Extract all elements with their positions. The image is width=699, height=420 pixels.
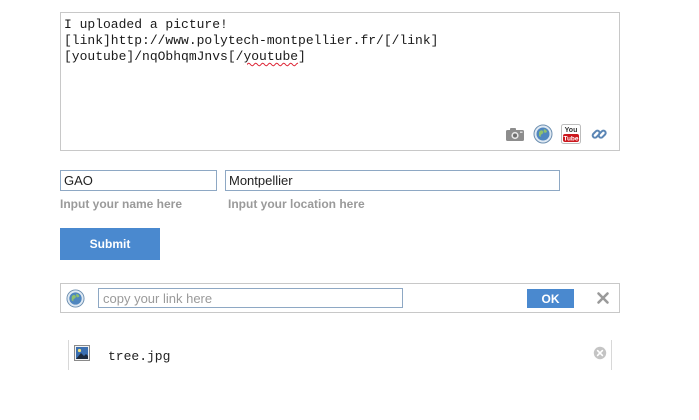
attachment-left-border bbox=[68, 340, 69, 370]
attachment-right-border bbox=[611, 340, 612, 370]
svg-text:You: You bbox=[564, 127, 577, 134]
remove-file-icon[interactable] bbox=[593, 346, 607, 360]
insert-youtube-button[interactable]: You Tube bbox=[560, 124, 581, 145]
message-text[interactable]: I uploaded a picture! [link]http://www.po… bbox=[64, 17, 615, 65]
close-icon[interactable] bbox=[596, 291, 610, 305]
globe-icon bbox=[66, 289, 85, 308]
message-line: [youtube]/nqObhqmJnvs[/youtube] bbox=[64, 49, 615, 65]
file-name: tree.jpg bbox=[108, 349, 171, 364]
ok-button[interactable]: OK bbox=[527, 289, 574, 308]
spellcheck-word: youtube bbox=[243, 49, 299, 64]
camera-icon bbox=[505, 128, 524, 141]
insert-link-globe-button[interactable] bbox=[532, 124, 553, 145]
insert-url-button[interactable] bbox=[588, 124, 609, 145]
youtube-tag-close: ] bbox=[298, 49, 306, 64]
insert-photo-button[interactable] bbox=[504, 124, 525, 145]
editor-toolbar: You Tube bbox=[504, 123, 609, 145]
location-hint: Input your location here bbox=[228, 197, 365, 211]
location-field[interactable] bbox=[225, 170, 560, 191]
message-line: I uploaded a picture! bbox=[64, 17, 228, 32]
name-hint: Input your name here bbox=[60, 197, 183, 211]
message-editor[interactable]: I uploaded a picture! [link]http://www.po… bbox=[60, 12, 620, 151]
message-line: [link]http://www.polytech-montpellier.fr… bbox=[64, 33, 439, 48]
image-file-icon bbox=[74, 345, 90, 361]
link-bar: OK bbox=[60, 283, 620, 313]
link-icon bbox=[591, 129, 607, 139]
attachment-item: tree.jpg bbox=[68, 340, 612, 370]
link-input[interactable] bbox=[98, 288, 403, 308]
submit-button[interactable]: Submit bbox=[60, 228, 160, 260]
svg-text:Tube: Tube bbox=[563, 135, 578, 142]
name-field[interactable] bbox=[60, 170, 217, 191]
youtube-icon: You Tube bbox=[560, 124, 581, 144]
globe-icon bbox=[533, 124, 552, 144]
youtube-tag-text: [youtube]/nqObhqmJnvs[/ bbox=[64, 49, 244, 64]
